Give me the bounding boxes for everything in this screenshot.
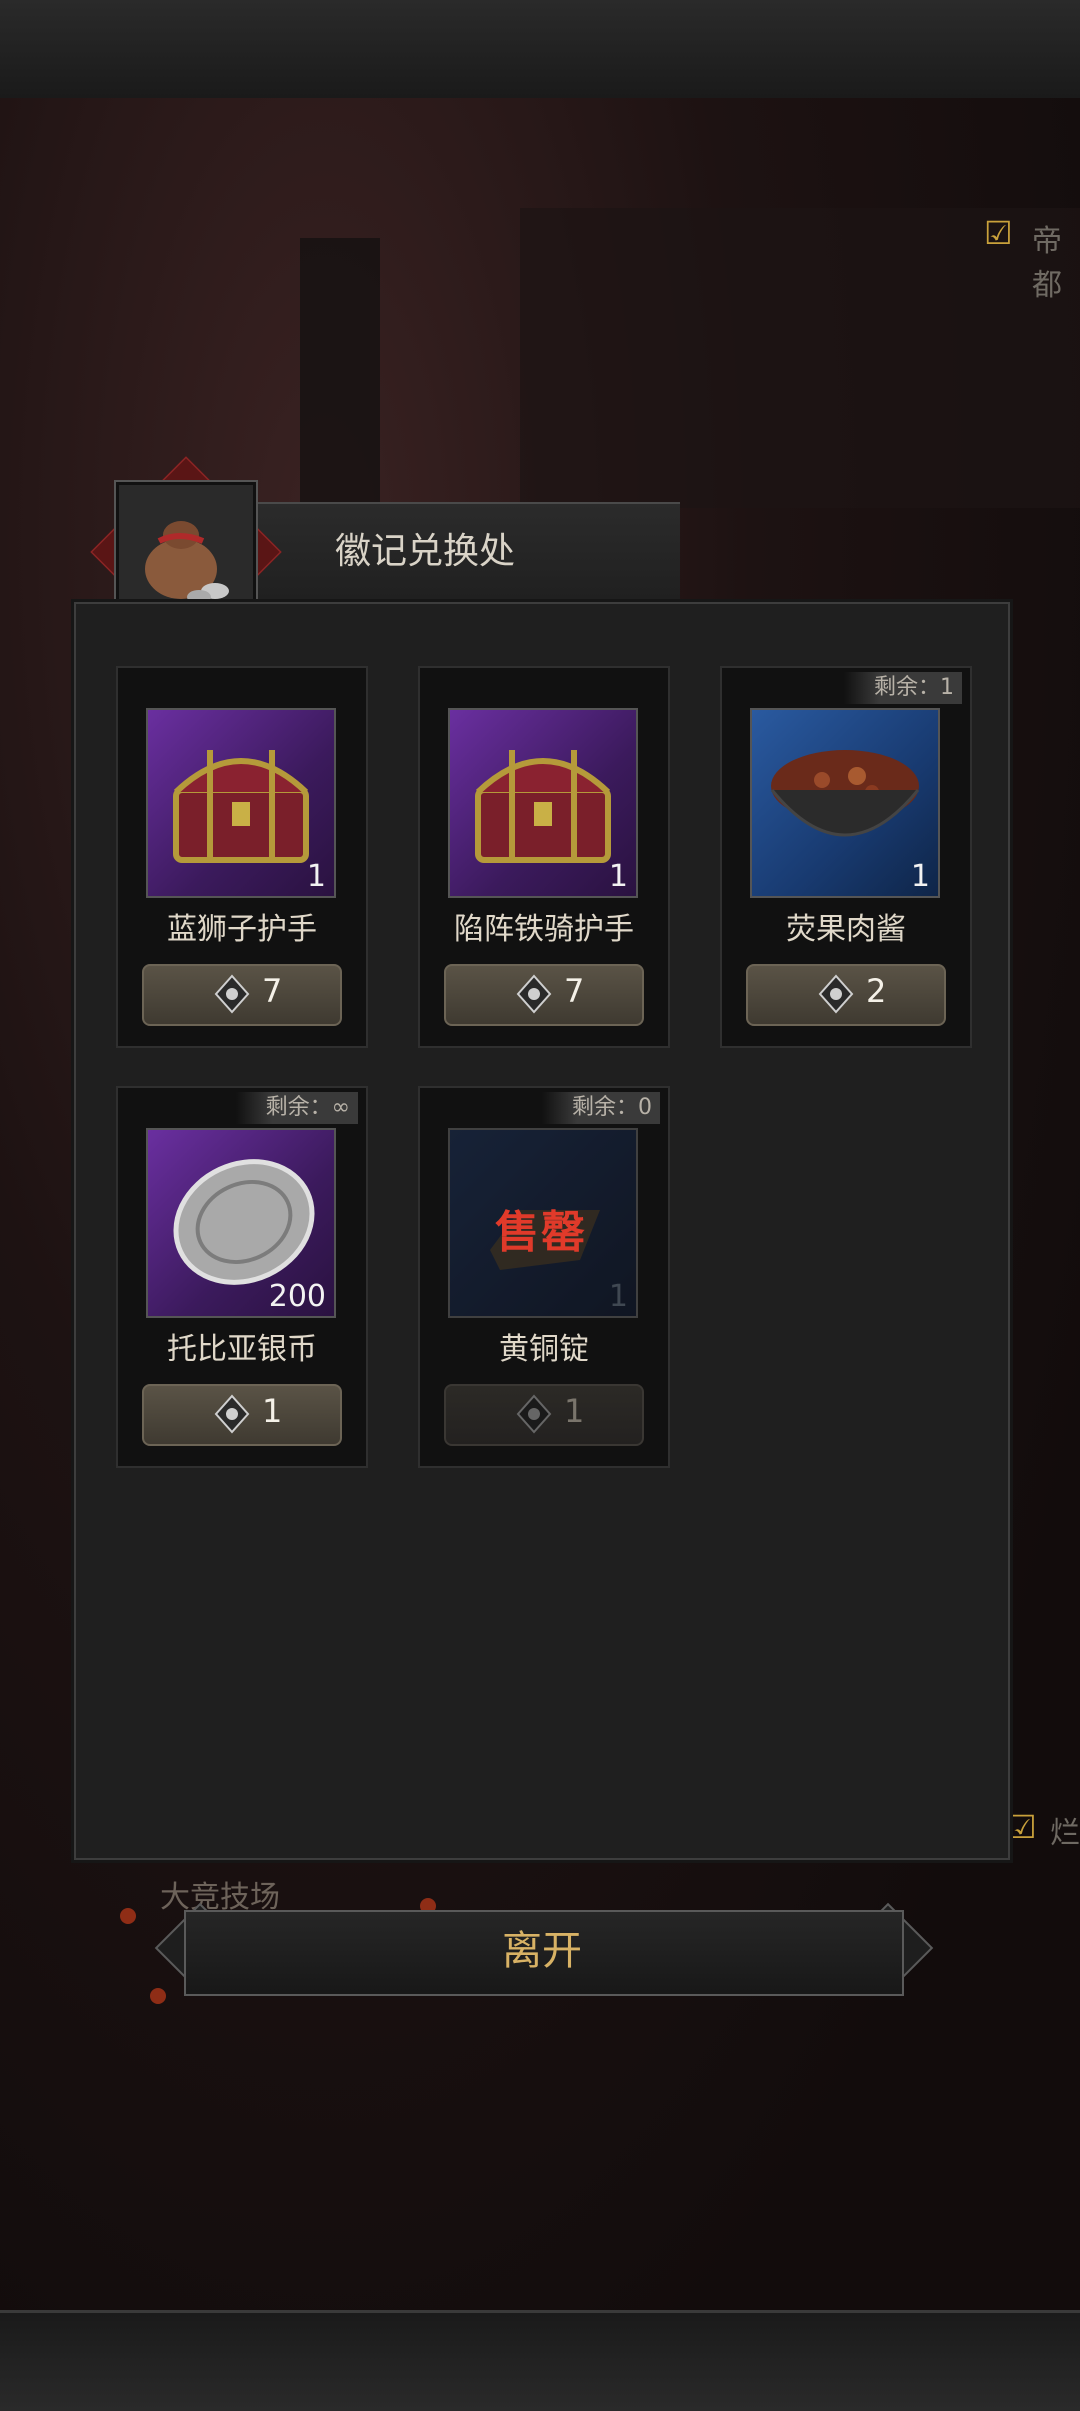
item-name: 蓝狮子护手 [167, 912, 317, 947]
check-icon: ☑ [984, 214, 1013, 252]
item-thumbnail: 200 [146, 1128, 336, 1318]
cost-amount: 2 [866, 972, 887, 1010]
item-thumbnail: 1 [146, 708, 336, 898]
shop-item-card[interactable]: 剩余：1 1 荧果肉酱 2 [720, 666, 972, 1048]
cost-button[interactable]: 1 [142, 1384, 342, 1446]
shop-item-card[interactable]: 剩余：0 1 售罄 黄铜锭 1 [418, 1086, 670, 1468]
side-location-top[interactable]: 帝都 [1032, 216, 1080, 304]
item-quantity: 1 [910, 859, 930, 894]
cost-amount: 1 [262, 1392, 283, 1430]
item-thumbnail: 1 [750, 708, 940, 898]
top-frame-bar [0, 0, 1080, 101]
cost-button[interactable]: 7 [444, 964, 644, 1026]
emblem-badge-icon [516, 974, 552, 1014]
item-name: 荧果肉酱 [786, 912, 906, 947]
page-title: 徽记兑换处 [334, 531, 515, 572]
item-name: 托比亚银币 [167, 1332, 317, 1367]
check-icon: ☑ [1008, 1808, 1037, 1846]
sold-out-label: 售罄 [495, 1207, 587, 1258]
emblem-badge-icon [516, 1394, 552, 1434]
castle-wall-silhouette [520, 208, 1080, 508]
side-location-bottom[interactable]: 烂 [1050, 1808, 1080, 1852]
ember [150, 1988, 166, 2004]
shop-item-card[interactable]: 1 蓝狮子护手 7 [116, 666, 368, 1048]
item-name: 陷阵铁骑护手 [454, 912, 634, 947]
cost-button[interactable]: 7 [142, 964, 342, 1026]
item-name: 黄铜锭 [499, 1332, 589, 1367]
cost-button[interactable]: 1 [444, 1384, 644, 1446]
remaining-count: 剩余：0 [542, 1092, 660, 1124]
cost-amount: 1 [564, 1392, 585, 1430]
item-quantity: 1 [608, 1279, 628, 1314]
item-thumbnail: 1 [448, 708, 638, 898]
ember [120, 1908, 136, 1924]
emblem-badge-icon [214, 974, 250, 1014]
cost-button[interactable]: 2 [746, 964, 946, 1026]
emblem-badge-icon [214, 1394, 250, 1434]
leave-button-label[interactable]: 离开 [184, 1910, 900, 1992]
remaining-count: 剩余：∞ [235, 1092, 358, 1124]
item-quantity: 1 [608, 859, 628, 894]
shop-item-card[interactable]: 1 陷阵铁骑护手 7 [418, 666, 670, 1048]
bottom-frame-bar [0, 2310, 1080, 2411]
cost-amount: 7 [262, 972, 283, 1010]
item-quantity: 200 [268, 1279, 326, 1314]
exchange-panel: 1 蓝狮子护手 7 1 陷阵铁骑护手 7 剩余：1 1 荧果肉酱 2 剩余：∞ … [74, 602, 1010, 1860]
emblem-badge-icon [818, 974, 854, 1014]
shop-item-card[interactable]: 剩余：∞ 200 托比亚银币 1 [116, 1086, 368, 1468]
remaining-count: 剩余：1 [844, 672, 962, 704]
item-quantity: 1 [306, 859, 326, 894]
cost-amount: 7 [564, 972, 585, 1010]
